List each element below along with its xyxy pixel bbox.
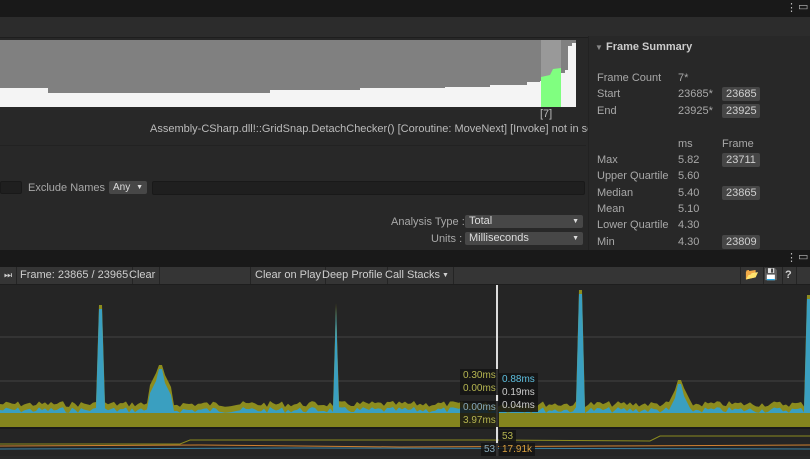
stat-ms: 5.60: [678, 170, 700, 183]
tooltip-value: 0.04ms: [499, 399, 538, 412]
toolbar-spacer: [157, 267, 251, 284]
start-value: 23685*: [678, 88, 713, 100]
clear-on-play-toggle[interactable]: Clear on Play: [251, 267, 327, 284]
clear-button[interactable]: Clear: [125, 267, 161, 284]
memory-tooltip: 53: [499, 430, 517, 443]
stat-label: Mean: [597, 202, 625, 215]
analysis-type-label: Analysis Type :: [391, 216, 465, 228]
stat-label: Median: [597, 186, 634, 199]
frame-count-value: 7*: [678, 72, 689, 84]
tooltip-value: 0.00ms: [460, 382, 499, 395]
end-value: 23925*: [678, 105, 713, 117]
analysis-type-value: Total: [469, 215, 493, 227]
chevron-down-icon[interactable]: ▼: [438, 267, 454, 284]
frame-summary-header[interactable]: ▼ Frame Summary: [595, 41, 692, 53]
stat-label: Upper Quartile: [597, 170, 669, 183]
stat-ms: 4.30: [678, 235, 700, 248]
stat-frame-button[interactable]: 23865: [722, 185, 760, 200]
exclude-mode-dropdown[interactable]: Any ▼: [109, 181, 147, 194]
tooltip-value: 3.97ms: [460, 414, 499, 427]
window-title-bar: ⋮ ▭: [0, 0, 810, 17]
other-series: [0, 413, 810, 427]
maximize-icon[interactable]: ▭: [798, 250, 808, 263]
more-options-icon[interactable]: ⋮: [786, 251, 797, 264]
profiler-toolbar: ⏭ Frame: 23865 / 23965 Clear Clear on Pl…: [0, 267, 810, 285]
profiler-window-title-bar: ⋮ ▭: [0, 250, 810, 267]
memory-line: [0, 435, 810, 445]
selection-label: [7]: [540, 108, 553, 120]
memory-line: [0, 447, 810, 450]
memory-line: [0, 444, 810, 448]
ms-column-header: ms: [678, 138, 693, 150]
frame-summary-title: Frame Summary: [605, 41, 693, 53]
memory-tooltip: 17.91k: [499, 443, 536, 456]
tooltip-value: 0.88ms: [499, 373, 538, 386]
marker-info: Assembly-CSharp.dll!::GridSnap.DetachChe…: [150, 123, 626, 135]
maximize-icon[interactable]: ▭: [798, 0, 808, 13]
cpu-usage-chart[interactable]: 0.30ms 0.00ms 0.00ms 3.97ms 0.88ms 0.19m…: [0, 285, 810, 456]
last-frame-icon[interactable]: ⏭: [0, 267, 18, 284]
frame-counter: Frame: 23865 / 23965: [16, 267, 134, 284]
start-frame-button[interactable]: 23685: [722, 87, 760, 101]
exclude-names-label: Exclude Names :: [28, 182, 112, 194]
chevron-down-icon: ▼: [572, 218, 579, 225]
frame-histogram[interactable]: [0, 40, 576, 107]
stat-ms: 5.10: [678, 202, 700, 215]
analyzer-toolbar: [0, 17, 810, 38]
deep-profile-toggle[interactable]: Deep Profile: [318, 267, 388, 284]
call-stacks-toggle[interactable]: Call Stacks: [381, 267, 444, 284]
stat-frame-button[interactable]: 23809: [722, 234, 760, 249]
start-label: Start: [597, 88, 621, 100]
include-names-field[interactable]: [0, 181, 22, 194]
end-label: End: [597, 105, 617, 117]
units-label: Units :: [431, 233, 463, 245]
tooltip-value: 0.19ms: [499, 386, 538, 399]
frame-column-header: Frame: [722, 138, 754, 150]
stat-frame-button[interactable]: 23711: [722, 153, 760, 167]
units-value: Milliseconds: [469, 232, 529, 244]
frame-count-label: Frame Count: [597, 72, 662, 84]
end-frame-button[interactable]: 23925: [722, 104, 760, 118]
stat-label: Min: [597, 235, 615, 248]
save-icon[interactable]: 💾: [760, 267, 783, 284]
stat-ms: 5.40: [678, 186, 700, 199]
stat-ms: 4.30: [678, 219, 700, 232]
chevron-down-icon: ▼: [136, 184, 143, 191]
chevron-down-icon: ▼: [572, 235, 579, 242]
memory-tooltip: 53: [481, 443, 499, 456]
histogram-bars: [0, 40, 576, 93]
tooltip-value: 0.00ms: [460, 401, 499, 414]
exclude-names-input[interactable]: [152, 181, 585, 195]
more-options-icon[interactable]: ⋮: [786, 1, 797, 14]
tooltip-value: 0.30ms: [460, 369, 499, 382]
exclude-mode-value: Any: [113, 182, 131, 193]
stat-label: Lower Quartile: [597, 219, 669, 232]
analysis-type-dropdown[interactable]: Total ▼: [465, 215, 583, 228]
help-icon[interactable]: ?: [781, 267, 797, 284]
collapse-triangle-icon: ▼: [595, 43, 603, 52]
units-dropdown[interactable]: Milliseconds ▼: [465, 232, 583, 245]
stat-ms: 5.82: [678, 154, 700, 166]
frame-summary-panel: ▼ Frame Summary Frame Count 7* Start 236…: [588, 36, 810, 250]
stat-label: Max: [597, 154, 618, 166]
